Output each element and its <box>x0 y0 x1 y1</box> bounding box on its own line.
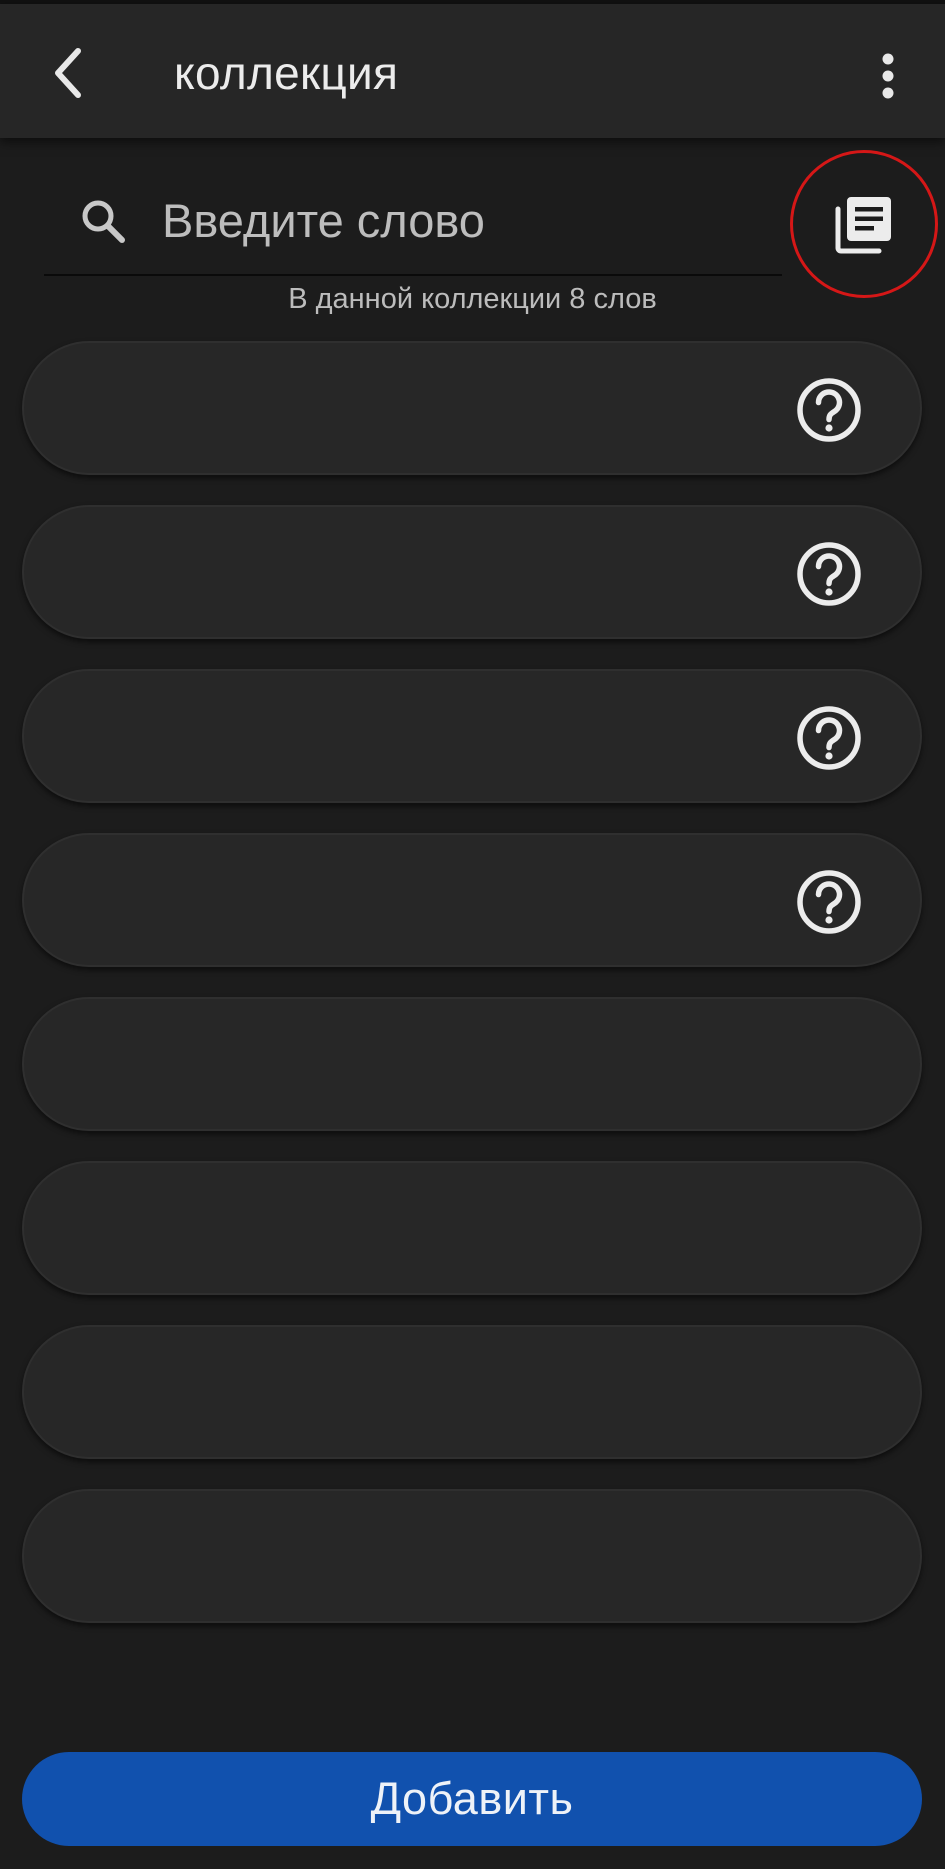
word-list-item[interactable] <box>22 997 922 1131</box>
page-title: коллекция <box>174 47 399 99</box>
library-books-icon <box>835 197 891 254</box>
collections-button[interactable] <box>790 150 938 298</box>
word-list-item[interactable] <box>22 833 922 967</box>
app-bar: коллекция <box>0 4 945 138</box>
word-count-label: В данной коллекции 8 слов <box>288 283 657 315</box>
chevron-left-icon <box>55 48 81 98</box>
word-list-item[interactable] <box>22 669 922 803</box>
more-options-button[interactable] <box>858 40 918 112</box>
word-list-item[interactable] <box>22 1161 922 1295</box>
word-list-item[interactable] <box>22 505 922 639</box>
search-icon <box>82 200 125 243</box>
back-button[interactable] <box>38 40 98 106</box>
word-list <box>22 341 922 1653</box>
more-vertical-icon <box>882 53 894 99</box>
help-circle-icon[interactable] <box>794 867 864 937</box>
search-input[interactable] <box>160 180 764 260</box>
search-bar <box>44 160 782 276</box>
word-list-item[interactable] <box>22 1489 922 1623</box>
help-circle-icon[interactable] <box>794 703 864 773</box>
word-list-item[interactable] <box>22 1325 922 1459</box>
help-circle-icon[interactable] <box>794 539 864 609</box>
help-circle-icon[interactable] <box>794 375 864 445</box>
add-button[interactable]: Добавить <box>22 1752 922 1846</box>
search-underline <box>44 274 782 276</box>
word-list-item[interactable] <box>22 341 922 475</box>
